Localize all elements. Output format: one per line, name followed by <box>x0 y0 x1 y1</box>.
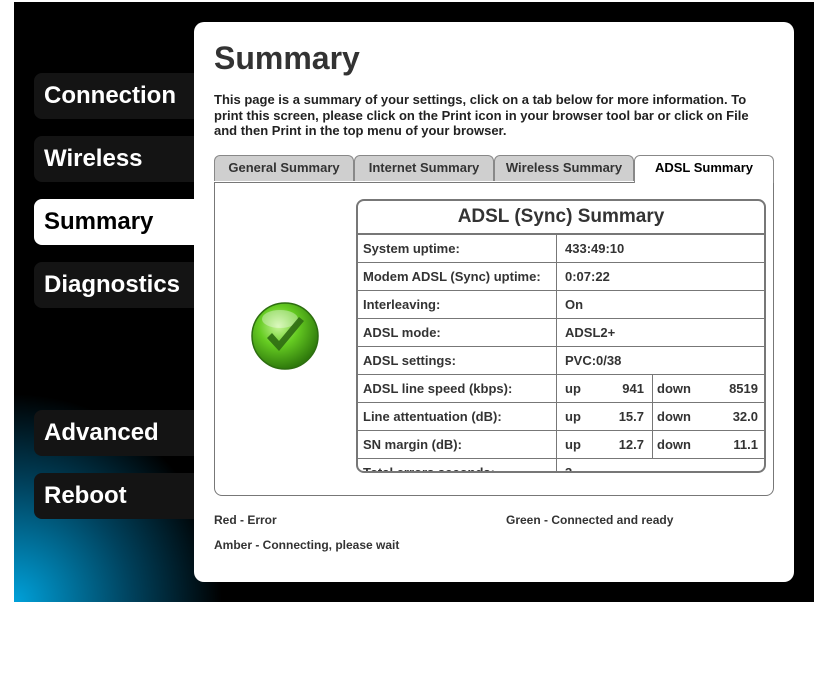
legend-green: Green - Connected and ready <box>506 513 674 527</box>
adsl-summary-title: ADSL (Sync) Summary <box>358 201 764 235</box>
row-label: ADSL mode: <box>358 319 557 346</box>
down-value: 8519 <box>729 381 758 396</box>
row-label: System uptime: <box>358 235 557 262</box>
down-cell: down 32.0 <box>653 403 764 430</box>
row-label: ADSL line speed (kbps): <box>358 375 557 402</box>
adsl-summary-table: ADSL (Sync) Summary System uptime: 433:4… <box>356 199 766 473</box>
nav-reboot[interactable]: Reboot <box>34 473 214 519</box>
down-label: down <box>657 437 691 452</box>
nav-summary[interactable]: Summary <box>34 199 214 245</box>
down-cell: down 8519 <box>653 375 764 402</box>
row-label: SN margin (dB): <box>358 431 557 458</box>
row-label: ADSL settings: <box>358 347 557 374</box>
row-value: PVC:0/38 <box>565 353 622 368</box>
nav-advanced[interactable]: Advanced <box>34 410 214 456</box>
nav-connection[interactable]: Connection <box>34 73 214 119</box>
tab-internet-summary[interactable]: Internet Summary <box>354 155 494 181</box>
row-value: 433:49:10 <box>565 241 625 256</box>
row-value: On <box>565 297 584 312</box>
row-value: 0:07:22 <box>565 269 610 284</box>
table-row: System uptime: 433:49:10 <box>358 235 764 263</box>
up-label: up <box>565 409 581 424</box>
table-row: ADSL settings: PVC:0/38 <box>358 347 764 375</box>
row-label: Line attentuation (dB): <box>358 403 557 430</box>
legend-red: Red - Error <box>214 513 277 527</box>
table-row: Modem ADSL (Sync) uptime: 0:07:22 <box>358 263 764 291</box>
up-value: 15.7 <box>618 409 644 424</box>
down-value: 32.0 <box>732 409 758 424</box>
up-value: 941 <box>622 381 644 396</box>
table-row: ADSL mode: ADSL2+ <box>358 319 764 347</box>
nav-wireless[interactable]: Wireless <box>34 136 214 182</box>
green-checkmark-icon <box>251 302 319 370</box>
down-cell: down 11.1 <box>653 431 764 458</box>
row-label: Modem ADSL (Sync) uptime: <box>358 263 557 290</box>
tab-adsl-summary[interactable]: ADSL Summary <box>634 155 774 183</box>
nav-diagnostics[interactable]: Diagnostics <box>34 262 214 308</box>
up-cell: up 941 <box>557 375 653 402</box>
adsl-tab-content: ADSL (Sync) Summary System uptime: 433:4… <box>214 182 774 496</box>
row-value: ADSL2+ <box>565 325 616 340</box>
up-label: up <box>565 437 581 452</box>
down-label: down <box>657 409 691 424</box>
table-row: SN margin (dB): up 12.7 down 11.1 <box>358 431 764 459</box>
tab-general-summary[interactable]: General Summary <box>214 155 354 181</box>
table-row: Interleaving: On <box>358 291 764 319</box>
down-label: down <box>657 381 691 396</box>
table-row: Line attentuation (dB): up 15.7 down 32.… <box>358 403 764 431</box>
down-value: 11.1 <box>733 437 758 452</box>
up-cell: up 15.7 <box>557 403 653 430</box>
row-label: Total errors seconds: <box>358 459 557 471</box>
tab-wireless-summary[interactable]: Wireless Summary <box>494 155 634 181</box>
up-label: up <box>565 381 581 396</box>
row-value: 3 <box>565 465 573 473</box>
table-row: ADSL line speed (kbps): up 941 down 8519 <box>358 375 764 403</box>
page-title: Summary <box>214 40 360 76</box>
row-label: Interleaving: <box>358 291 557 318</box>
up-cell: up 12.7 <box>557 431 653 458</box>
legend-amber: Amber - Connecting, please wait <box>214 538 400 552</box>
table-row: Total errors seconds: 3 <box>358 459 764 473</box>
content-panel: Summary This page is a summary of your s… <box>194 22 794 582</box>
page-intro: This page is a summary of your settings,… <box>214 92 749 138</box>
up-value: 12.7 <box>618 437 644 452</box>
